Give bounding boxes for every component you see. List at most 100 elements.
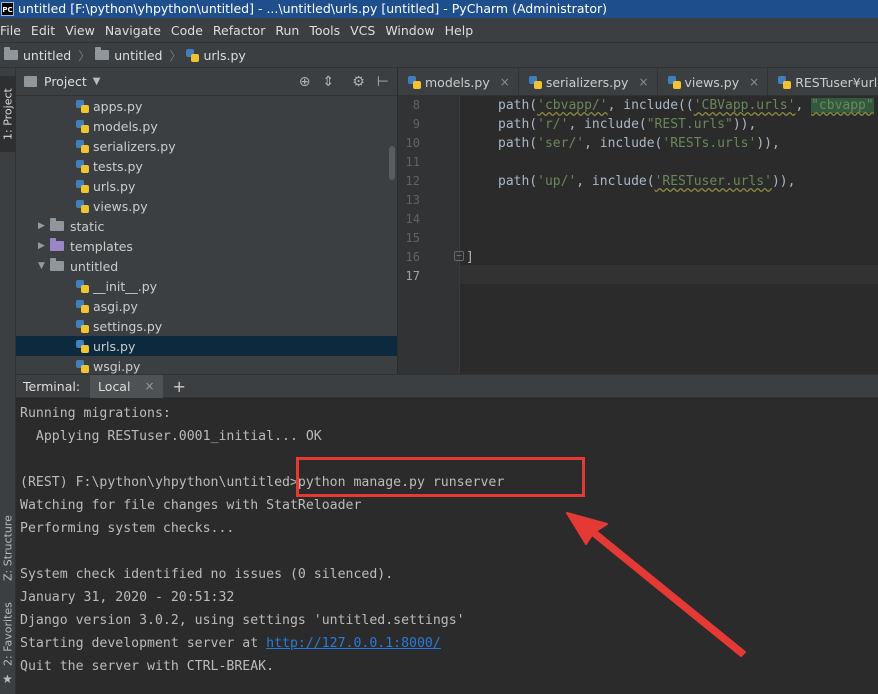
tree-item-apps-py[interactable]: apps.py <box>16 96 397 116</box>
line-number: 8 <box>412 98 420 112</box>
code-line-8: path('cbvapp/', include(('CBVapp.urls', … <box>498 98 874 113</box>
close-icon[interactable]: × <box>638 75 648 89</box>
hide-panel-icon[interactable]: ⊢ <box>377 74 389 90</box>
tree-item-urls-py[interactable]: urls.py <box>16 176 397 196</box>
close-icon[interactable]: × <box>144 379 154 393</box>
menu-refactor[interactable]: Refactor <box>213 23 265 38</box>
folder-icon <box>50 218 64 231</box>
python-file-icon <box>76 359 89 373</box>
menu-view[interactable]: View <box>65 23 95 38</box>
project-scrollbar[interactable] <box>389 146 395 180</box>
tool-tab-favorites[interactable]: 2: Favorites <box>0 598 16 670</box>
close-icon[interactable]: × <box>500 75 510 89</box>
project-folder-icon <box>24 76 37 87</box>
line-number: 11 <box>405 155 420 169</box>
terminal-toolbar: Terminal: Local × + <box>16 374 878 398</box>
chevron-right-icon: 〉 <box>78 48 91 63</box>
line-number: 12 <box>405 174 420 188</box>
python-file-icon <box>76 119 89 133</box>
tree-item-untitled[interactable]: ▼ untitled <box>16 256 397 276</box>
code-line-16: ] <box>466 250 474 265</box>
tree-item-wsgi-py[interactable]: wsgi.py <box>16 356 397 374</box>
window-title: untitled [F:\python\yhpython\untitled] -… <box>18 1 608 16</box>
breadcrumb-item-project[interactable]: untitled <box>4 47 71 63</box>
python-file-icon <box>76 339 89 353</box>
folder-icon <box>4 47 18 60</box>
tree-item-urls-py-selected[interactable]: urls.py <box>16 336 397 356</box>
terminal-label: Terminal: <box>23 378 81 394</box>
menu-tools[interactable]: Tools <box>309 23 340 38</box>
tab-models-py[interactable]: models.py × <box>398 68 519 95</box>
project-panel-header: Project ▼ ⊕ ⇕ ⚙ ⊢ <box>16 68 397 96</box>
folder-icon <box>50 258 64 271</box>
gear-icon[interactable]: ⚙ <box>352 74 365 90</box>
locate-file-icon[interactable]: ⊕ <box>299 74 311 90</box>
python-file-icon <box>76 199 89 213</box>
line-number: 16 <box>405 250 420 264</box>
project-panel-title[interactable]: Project <box>44 74 87 89</box>
terminal-tab-local[interactable]: Local × <box>90 374 163 398</box>
code-line-10: path('ser/', include('RESTs.urls')), <box>498 136 780 151</box>
breadcrumb-item-package[interactable]: untitled <box>95 47 162 63</box>
line-number: 13 <box>405 193 420 207</box>
menu-help[interactable]: Help <box>445 23 474 38</box>
python-file-icon <box>76 299 89 313</box>
python-file-icon <box>408 75 421 89</box>
tab-views-py[interactable]: views.py × <box>658 68 769 95</box>
tool-tab-project[interactable]: 1: Project <box>0 76 16 152</box>
tree-item-settings-py[interactable]: settings.py <box>16 316 397 336</box>
templates-folder-icon <box>50 238 64 251</box>
project-panel: Project ▼ ⊕ ⇕ ⚙ ⊢ apps.py models.py seri… <box>16 68 398 374</box>
breadcrumb-item-file[interactable]: urls.py <box>186 48 246 63</box>
line-number: 15 <box>405 231 420 245</box>
current-line-highlight <box>398 265 878 284</box>
python-file-icon <box>76 319 89 333</box>
python-file-icon <box>76 139 89 153</box>
menu-file[interactable]: File <box>0 23 21 38</box>
tree-item-models-py[interactable]: models.py <box>16 116 397 136</box>
line-number-current: 17 <box>405 269 420 283</box>
tool-tab-structure[interactable]: Z: Structure <box>0 504 16 592</box>
python-file-icon <box>186 48 200 62</box>
add-terminal-icon[interactable]: + <box>173 377 186 396</box>
menu-run[interactable]: Run <box>275 23 299 38</box>
code-editor[interactable]: 8 9 10 11 12 13 14 15 16 17 − path('cbva… <box>398 96 878 374</box>
python-file-icon <box>76 279 89 293</box>
left-tool-strip: 1: Project Z: Structure 2: Favorites ★ <box>0 68 16 694</box>
chevron-right-icon: 〉 <box>169 48 182 63</box>
fold-marker-icon[interactable]: − <box>454 251 464 261</box>
python-file-icon <box>528 75 542 89</box>
chevron-right-icon[interactable]: ▶ <box>38 241 50 251</box>
python-file-icon <box>76 159 89 173</box>
code-line-12: path('up/', include('RESTuser.urls')), <box>498 174 796 189</box>
menu-window[interactable]: Window <box>385 23 434 38</box>
menu-code[interactable]: Code <box>171 23 203 38</box>
tree-item-asgi-py[interactable]: asgi.py <box>16 296 397 316</box>
chevron-down-icon[interactable]: ▼ <box>38 261 50 271</box>
tab-restuser-urls-py[interactable]: RESTuser¥urls.py× <box>768 68 878 95</box>
tree-item-init-py[interactable]: __init__.py <box>16 276 397 296</box>
code-line-9: path('r/', include("REST.urls")), <box>498 117 757 132</box>
python-file-icon <box>76 99 89 113</box>
collapse-all-icon[interactable]: ⇕ <box>323 74 335 90</box>
tree-item-static[interactable]: ▶ static <box>16 216 397 236</box>
menu-edit[interactable]: Edit <box>31 23 55 38</box>
python-file-icon <box>667 75 681 89</box>
terminal-output[interactable]: Running migrations: Applying RESTuser.00… <box>16 398 878 694</box>
line-number: 9 <box>412 117 420 131</box>
annotation-arrow-shape <box>566 512 746 657</box>
line-number: 10 <box>405 136 420 150</box>
tree-item-serializers-py[interactable]: serializers.py <box>16 136 397 156</box>
tab-serializers-py[interactable]: serializers.py × <box>519 68 658 95</box>
menu-vcs[interactable]: VCS <box>350 23 375 38</box>
window-title-bar: PC untitled [F:\python\yhpython\untitled]… <box>0 0 878 18</box>
close-icon[interactable]: × <box>749 75 759 89</box>
tree-item-tests-py[interactable]: tests.py <box>16 156 397 176</box>
python-file-icon <box>778 75 792 89</box>
chevron-right-icon[interactable]: ▶ <box>38 221 50 231</box>
tree-item-views-py[interactable]: views.py <box>16 196 397 216</box>
menu-navigate[interactable]: Navigate <box>105 23 161 38</box>
tree-item-templates[interactable]: ▶ templates <box>16 236 397 256</box>
chevron-down-icon[interactable]: ▼ <box>93 76 101 87</box>
folder-icon <box>95 47 110 60</box>
